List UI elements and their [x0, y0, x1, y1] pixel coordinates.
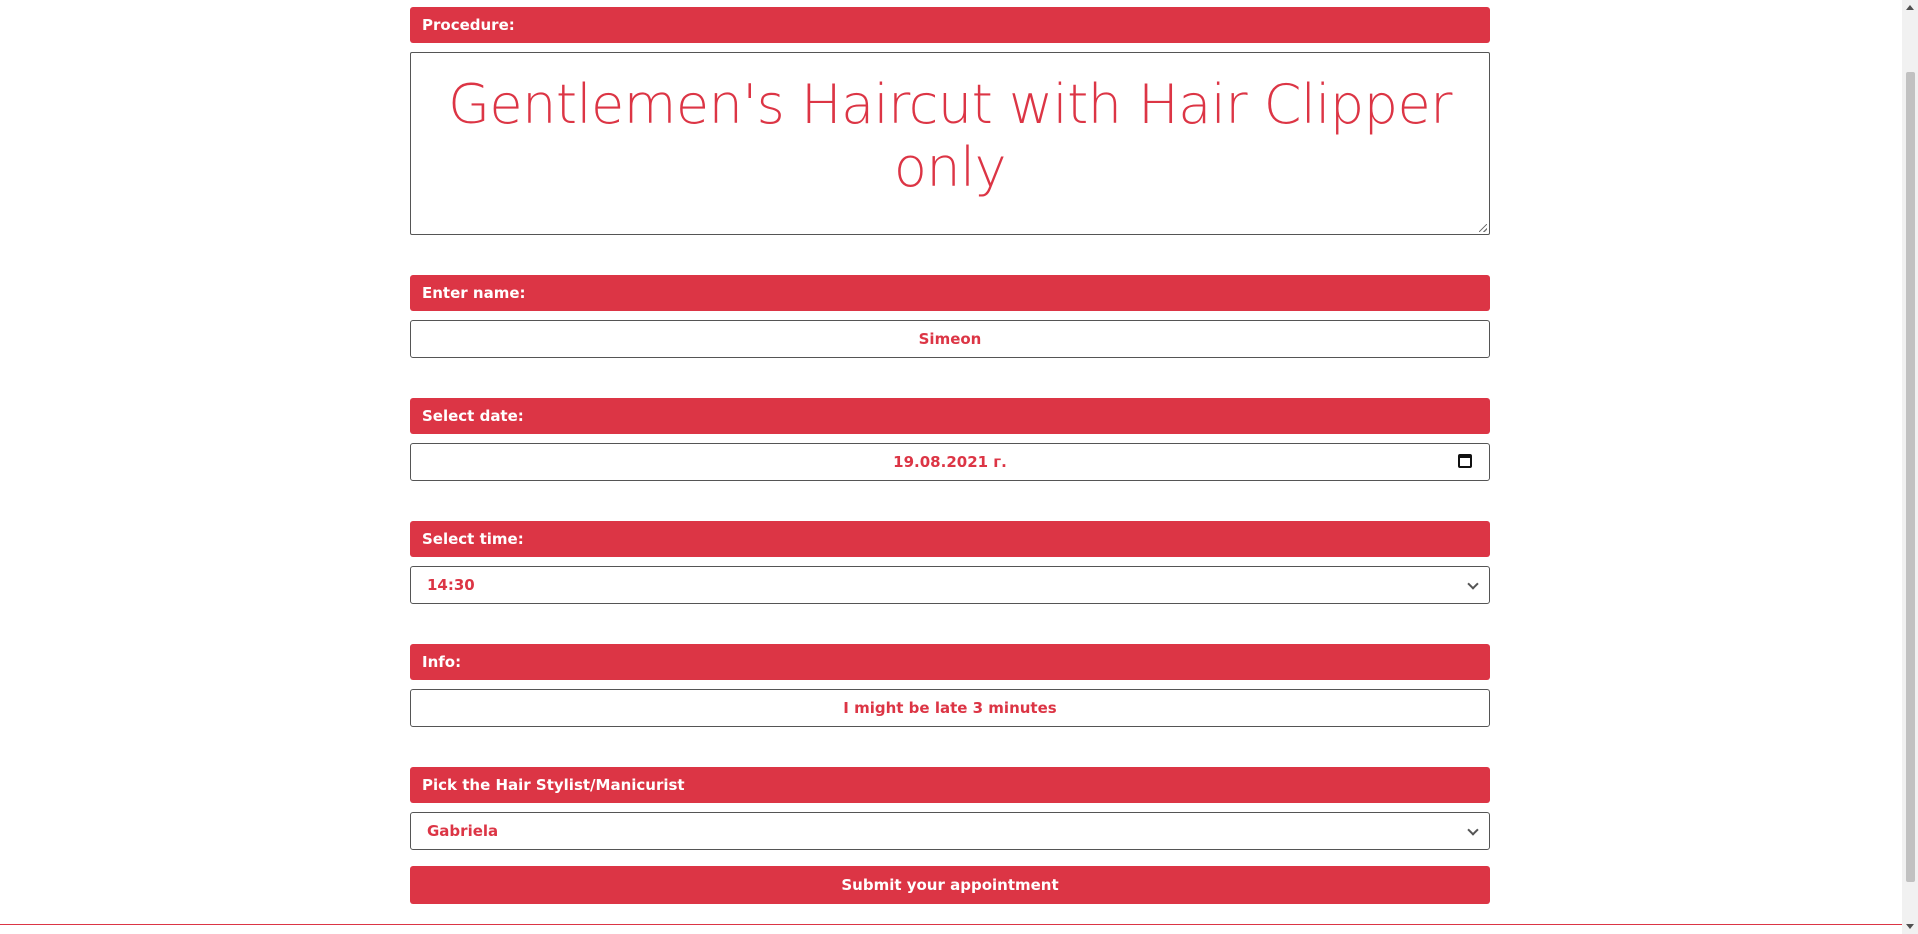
stylist-select[interactable]: Gabriela [410, 812, 1490, 850]
time-value: 14:30 [427, 576, 475, 594]
procedure-label: Procedure: [410, 7, 1490, 43]
appointment-page: Procedure: Gentlemen's Haircut with Hair… [0, 0, 1918, 934]
date-value: 19.08.2021 г. [893, 453, 1007, 471]
date-label: Select date: [410, 398, 1490, 434]
page-scrollbar[interactable] [1902, 0, 1918, 934]
time-select[interactable]: 14:30 [410, 566, 1490, 604]
footer-divider [0, 924, 1902, 925]
scroll-down-icon[interactable] [1906, 924, 1914, 929]
submit-button[interactable]: Submit your appointment [410, 866, 1490, 904]
appointment-form: Procedure: Gentlemen's Haircut with Hair… [410, 7, 1490, 904]
info-input[interactable]: I might be late 3 minutes [410, 689, 1490, 727]
resize-handle-icon[interactable] [1479, 224, 1487, 232]
info-label: Info: [410, 644, 1490, 680]
procedure-textarea[interactable]: Gentlemen's Haircut with Hair Clipper on… [410, 52, 1490, 235]
stylist-label: Pick the Hair Stylist/Manicurist [410, 767, 1490, 803]
chevron-down-icon [1467, 824, 1479, 836]
scroll-up-icon[interactable] [1906, 5, 1914, 10]
chevron-down-icon [1467, 578, 1479, 590]
calendar-icon[interactable] [1458, 454, 1472, 468]
name-label: Enter name: [410, 275, 1490, 311]
stylist-value: Gabriela [427, 822, 499, 840]
name-input[interactable]: Simeon [410, 320, 1490, 358]
procedure-value: Gentlemen's Haircut with Hair Clipper on… [448, 73, 1452, 199]
scroll-thumb[interactable] [1906, 72, 1915, 882]
time-label: Select time: [410, 521, 1490, 557]
date-input[interactable]: 19.08.2021 г. [410, 443, 1490, 481]
